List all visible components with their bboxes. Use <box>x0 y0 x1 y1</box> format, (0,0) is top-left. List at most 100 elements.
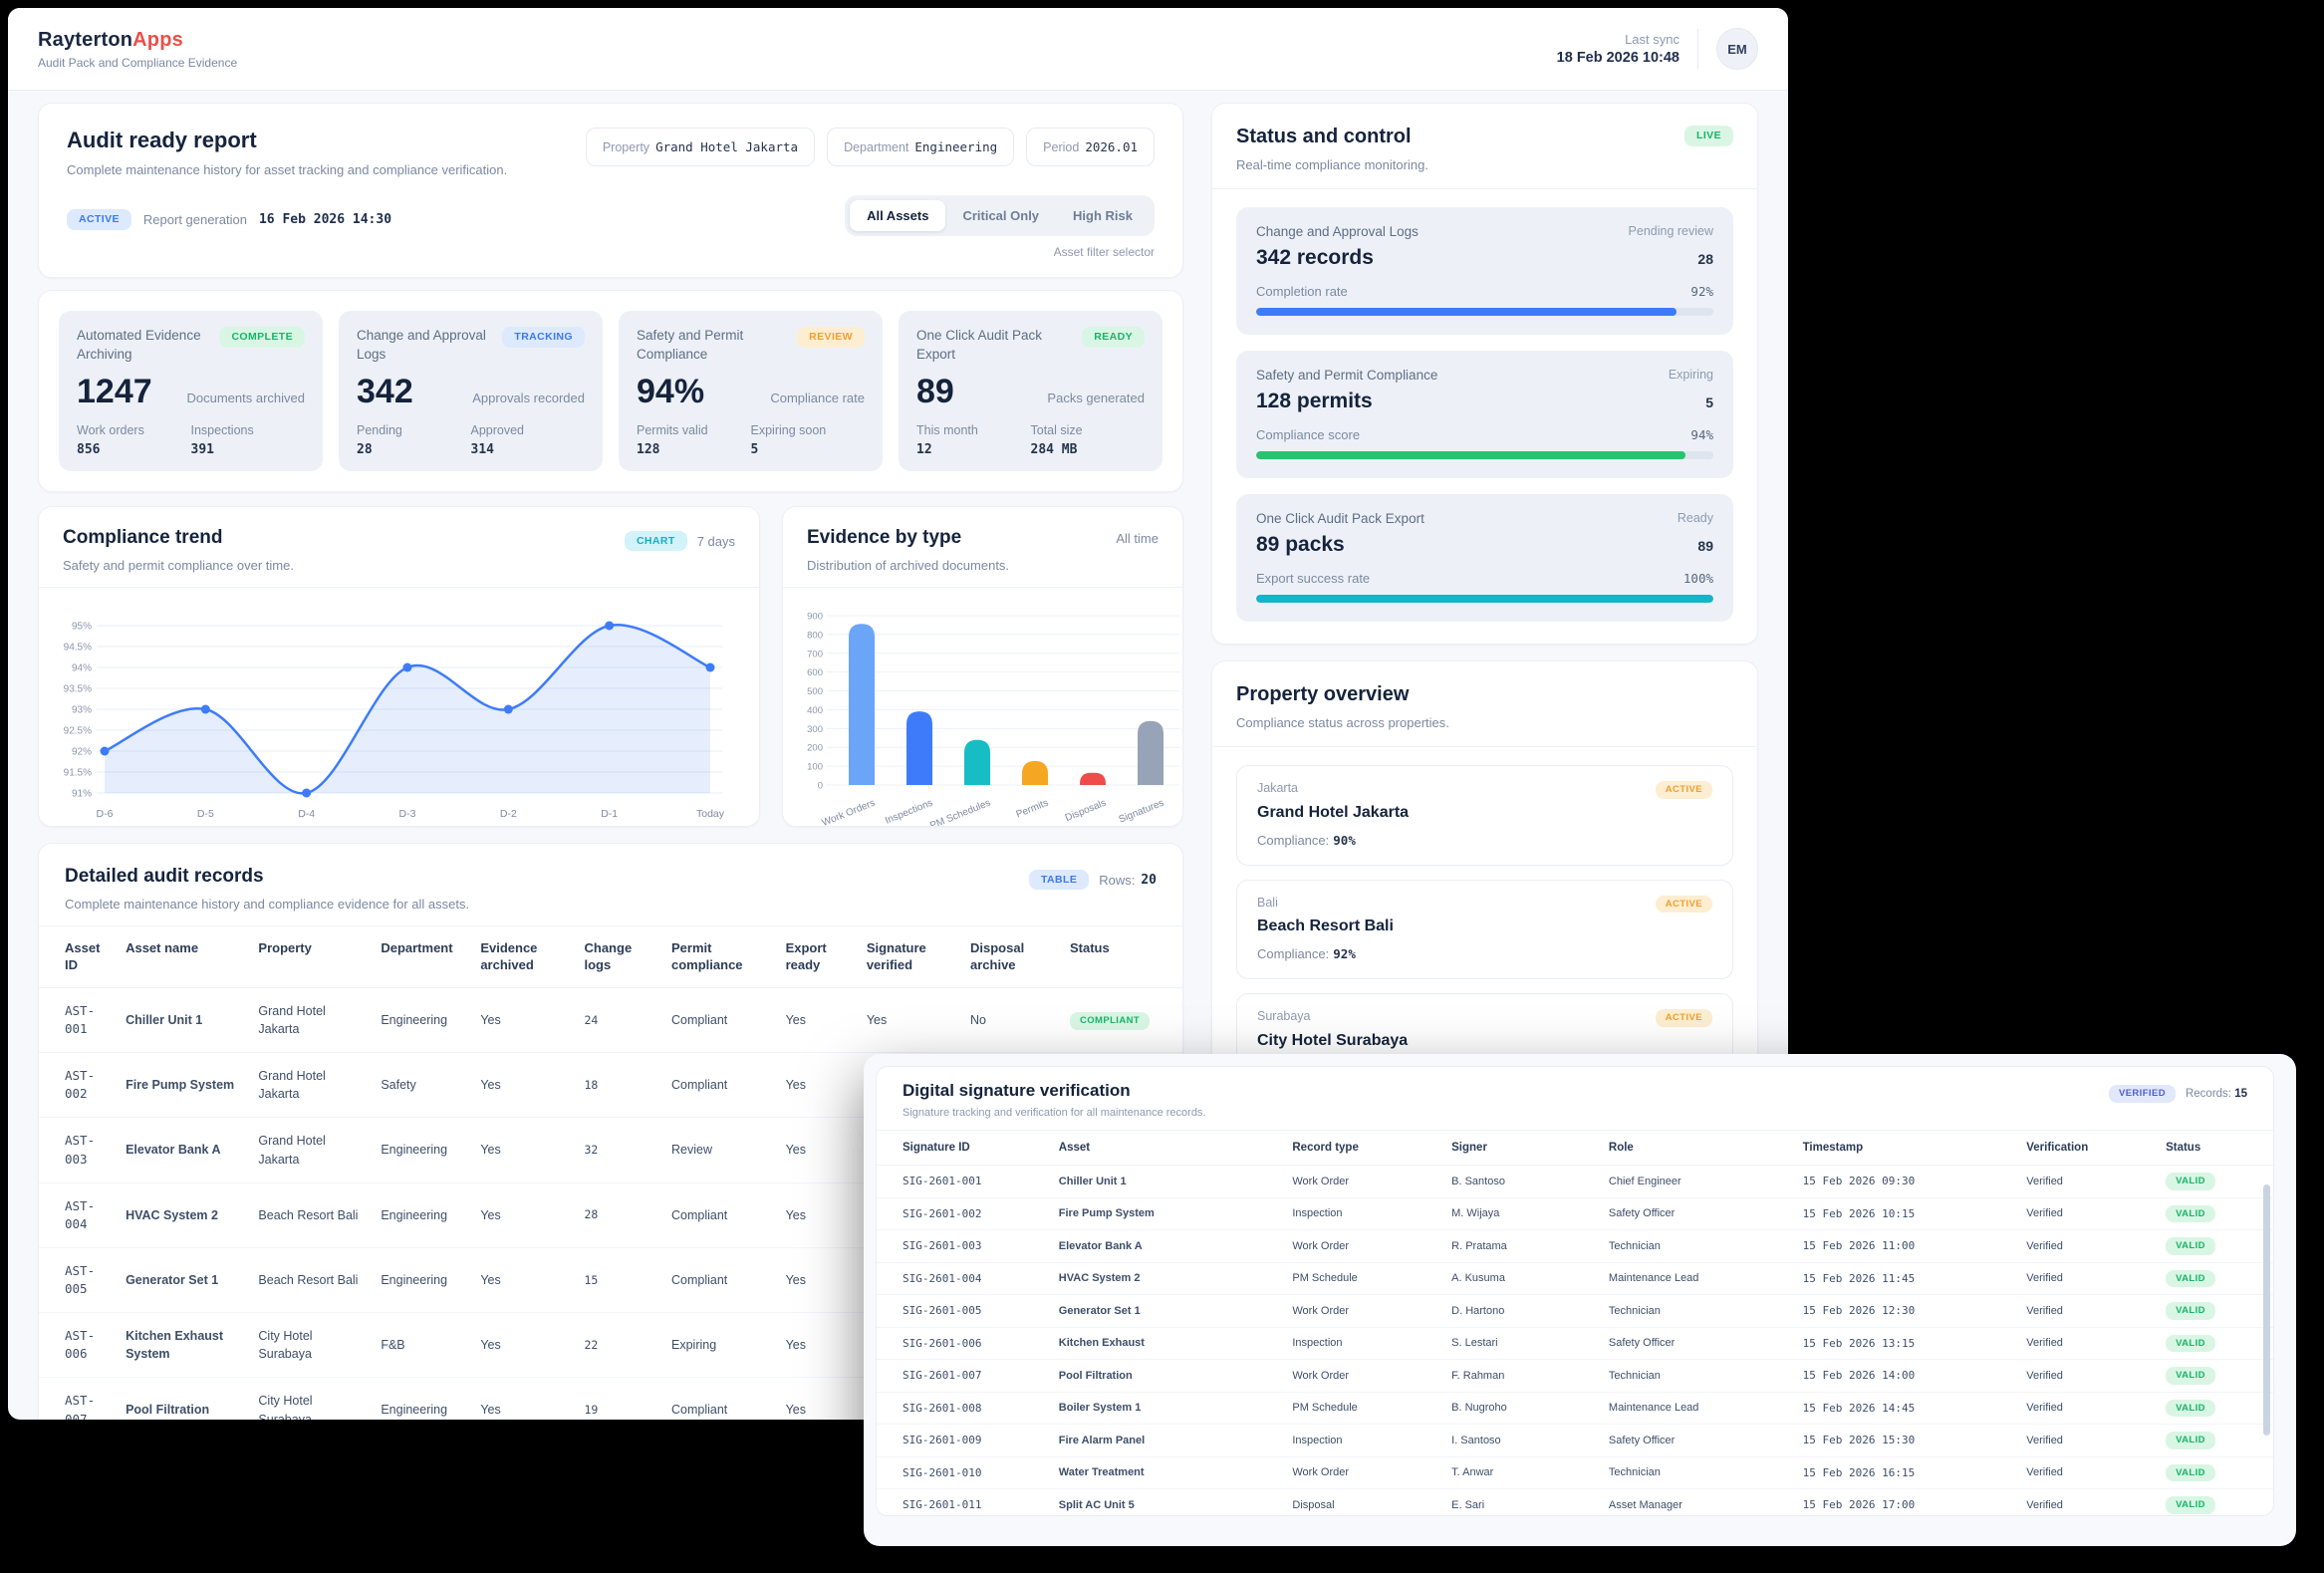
status-tiles: Change and Approval Logs Pending review … <box>1236 207 1733 622</box>
cell-signer: B. Nugroho <box>1443 1392 1601 1425</box>
cell-verification: Verified <box>2018 1295 2158 1328</box>
audit-table-subtitle: Complete maintenance history and complia… <box>65 897 469 912</box>
sub-stat-label: Approved <box>471 423 586 437</box>
col-status: Status <box>1060 925 1182 987</box>
chart-badge: CHART <box>625 531 687 552</box>
signature-row[interactable]: SIG-2601-008 Boiler System 1 PM Schedule… <box>877 1392 2273 1425</box>
cell-record-type: Work Order <box>1284 1456 1443 1489</box>
signature-row[interactable]: SIG-2601-003 Elevator Bank A Work Order … <box>877 1230 2273 1263</box>
col-record-type: Record type <box>1284 1131 1443 1166</box>
cell-export: Yes <box>776 1313 857 1378</box>
audit-report-heading: Audit ready report Complete maintenance … <box>67 128 507 177</box>
table-row[interactable]: AST-001 Chiller Unit 1 Grand Hotel Jakar… <box>39 987 1182 1052</box>
cell-asset: Fire Alarm Panel <box>1051 1425 1285 1457</box>
signature-row[interactable]: SIG-2601-004 HVAC System 2 PM Schedule A… <box>877 1262 2273 1295</box>
svg-text:94%: 94% <box>72 662 92 673</box>
cell-record-type: Work Order <box>1284 1295 1443 1328</box>
property-location: Bali <box>1257 896 1278 910</box>
status-tile: Safety and Permit Compliance Expiring 12… <box>1236 351 1733 478</box>
stat-tile-badge: COMPLETE <box>219 327 305 348</box>
cell-record-type: Inspection <box>1284 1197 1443 1230</box>
compliance-label: Compliance: <box>1257 946 1329 961</box>
filter-chip[interactable]: Period 2026.01 <box>1026 128 1155 166</box>
progress-fill <box>1256 451 1685 459</box>
svg-text:400: 400 <box>807 705 823 716</box>
status-tile: Change and Approval Logs Pending review … <box>1236 207 1733 335</box>
report-generation-date: 16 Feb 2026 14:30 <box>259 212 391 227</box>
signature-row[interactable]: SIG-2601-001 Chiller Unit 1 Work Order B… <box>877 1166 2273 1198</box>
cell-asset: Generator Set 1 <box>1051 1295 1285 1328</box>
sub-stat-value: 856 <box>77 442 191 457</box>
col-asset-id: Asset ID <box>39 925 116 987</box>
col-role: Role <box>1601 1131 1795 1166</box>
svg-text:Disposals: Disposals <box>1064 797 1108 823</box>
svg-text:Today: Today <box>696 808 725 820</box>
col-export-ready: Export ready <box>776 925 857 987</box>
stat-tile-badge: REVIEW <box>797 327 865 348</box>
compliance-trend-card: Compliance trend Safety and permit compl… <box>38 506 760 827</box>
cell-department: F&B <box>371 1313 470 1378</box>
cell-timestamp: 15 Feb 2026 13:15 <box>1795 1327 2019 1360</box>
cell-property: Beach Resort Bali <box>248 1182 371 1247</box>
svg-text:91.5%: 91.5% <box>64 767 92 778</box>
cell-permit: Review <box>661 1118 776 1182</box>
cell-verification: Verified <box>2018 1262 2158 1295</box>
line-chart-svg: 95%94.5%94%93.5%93%92.5%92%91.5%91%D-6D-… <box>49 600 733 827</box>
cell-role: Maintenance Lead <box>1601 1392 1795 1425</box>
status-tile-value: 128 permits <box>1256 390 1373 413</box>
property-item[interactable]: Jakarta ACTIVE Grand Hotel Jakarta Compl… <box>1236 765 1733 866</box>
topbar-right: Last sync 18 Feb 2026 10:48 EM <box>1557 28 1758 70</box>
property-item[interactable]: Bali ACTIVE Beach Resort Bali Compliance… <box>1236 880 1733 980</box>
col-status: Status <box>2158 1131 2273 1166</box>
svg-text:PM Schedules: PM Schedules <box>928 797 992 826</box>
stat-tile-value: 94% <box>637 375 704 408</box>
cell-change-logs: 24 <box>575 987 662 1052</box>
svg-text:0: 0 <box>818 780 823 791</box>
signature-row[interactable]: SIG-2601-007 Pool Filtration Work Order … <box>877 1360 2273 1393</box>
records-count: 15 <box>2234 1088 2247 1100</box>
signature-row[interactable]: SIG-2601-005 Generator Set 1 Work Order … <box>877 1295 2273 1328</box>
filter-chip[interactable]: DepartmentEngineering <box>827 128 1014 166</box>
col-change-logs: Change logs <box>575 925 662 987</box>
property-overview-subtitle: Compliance status across properties. <box>1236 715 1449 730</box>
brand-accent: Apps <box>132 29 183 51</box>
segment-option[interactable]: Critical Only <box>945 200 1056 231</box>
signature-row[interactable]: SIG-2601-002 Fire Pump System Inspection… <box>877 1197 2273 1230</box>
chip-label: Period <box>1043 140 1079 154</box>
last-sync-value: 18 Feb 2026 10:48 <box>1557 50 1679 66</box>
valid-badge: VALID <box>2166 1400 2215 1418</box>
signature-row[interactable]: SIG-2601-009 Fire Alarm Panel Inspection… <box>877 1425 2273 1457</box>
chip-label: Department <box>844 140 908 154</box>
cell-asset-name: HVAC System 2 <box>116 1182 248 1247</box>
cell-change-logs: 28 <box>575 1182 662 1247</box>
cell-export: Yes <box>776 1378 857 1420</box>
signature-table-header-row: Signature ID Asset Record type Signer Ro… <box>877 1131 2273 1166</box>
signature-row[interactable]: SIG-2601-011 Split AC Unit 5 Disposal E.… <box>877 1489 2273 1517</box>
valid-badge: VALID <box>2166 1205 2215 1223</box>
cell-signature-id: SIG-2601-005 <box>877 1295 1051 1328</box>
cell-signature-id: SIG-2601-004 <box>877 1262 1051 1295</box>
cell-verification: Verified <box>2018 1456 2158 1489</box>
signature-row[interactable]: SIG-2601-006 Kitchen Exhaust Inspection … <box>877 1327 2273 1360</box>
svg-text:93%: 93% <box>72 704 92 715</box>
svg-text:93.5%: 93.5% <box>64 683 92 694</box>
signature-row[interactable]: SIG-2601-010 Water Treatment Work Order … <box>877 1456 2273 1489</box>
stat-tiles-card: Automated Evidence Archiving COMPLETE 12… <box>38 290 1183 492</box>
filter-chip[interactable]: PropertyGrand Hotel Jakarta <box>586 128 815 166</box>
chip-value: 2026.01 <box>1085 139 1138 154</box>
cell-role: Technician <box>1601 1360 1795 1393</box>
valid-badge: VALID <box>2166 1302 2215 1320</box>
cell-property: Grand Hotel Jakarta <box>248 1053 371 1118</box>
signature-table-scrollbar[interactable] <box>2263 1184 2270 1436</box>
cell-asset: HVAC System 2 <box>1051 1262 1285 1295</box>
avatar[interactable]: EM <box>1716 28 1758 70</box>
stat-tile-caption: Packs generated <box>1047 391 1145 408</box>
last-sync-label: Last sync <box>1557 32 1679 47</box>
last-sync: Last sync 18 Feb 2026 10:48 <box>1557 32 1679 66</box>
svg-text:D-3: D-3 <box>399 808 416 820</box>
property-overview-title: Property overview <box>1236 683 1449 706</box>
cell-change-logs: 22 <box>575 1313 662 1378</box>
cell-signer: R. Pratama <box>1443 1230 1601 1263</box>
segment-option[interactable]: All Assets <box>850 200 945 231</box>
segment-option[interactable]: High Risk <box>1056 200 1150 231</box>
